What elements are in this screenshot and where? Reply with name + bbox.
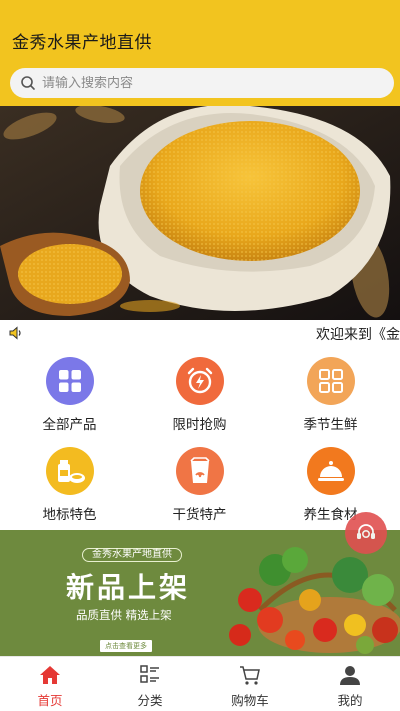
four-squares-icon	[307, 357, 355, 405]
category-flash-sale[interactable]: 限时抢购	[133, 350, 266, 438]
tab-label: 购物车	[231, 693, 269, 708]
category-label: 干货特产	[172, 507, 227, 523]
customer-service-button[interactable]	[345, 512, 387, 554]
food-cloche-icon	[307, 447, 355, 495]
ad-more-button[interactable]: 点击查看更多	[100, 640, 152, 652]
category-label: 限时抢购	[172, 417, 227, 433]
category-all-products[interactable]: 全部产品	[3, 350, 136, 438]
tab-label: 首页	[37, 693, 63, 708]
tab-home[interactable]: 首页	[0, 657, 100, 711]
new-arrivals-banner[interactable]: 金秀水果产地直供 新品上架 品质直供 精选上架 点击查看更多	[0, 530, 400, 656]
speaker-icon	[9, 326, 21, 340]
ad-headline: 新品上架	[66, 571, 191, 604]
hero-banner-image[interactable]	[0, 106, 400, 320]
user-icon	[340, 666, 360, 685]
ad-brand-tag: 金秀水果产地直供	[82, 548, 182, 562]
bottom-tab-bar: 首页 分类 购物车 我的	[0, 656, 400, 711]
tab-profile[interactable]: 我的	[300, 657, 400, 711]
page-title: 金秀水果产地直供	[12, 33, 152, 53]
search-bar[interactable]	[10, 68, 394, 98]
grid-icon	[46, 357, 94, 405]
search-input[interactable]	[42, 75, 362, 91]
header: 金秀水果产地直供	[0, 0, 400, 106]
alarm-clock-icon	[176, 357, 224, 405]
groceries-icon	[46, 447, 94, 495]
home-icon	[40, 666, 60, 684]
millet-sack-picture	[0, 106, 400, 320]
category-grid: 全部产品 限时抢购 季节生鲜 地标特色 干货特产 养生食材	[0, 350, 400, 528]
tab-label: 分类	[137, 693, 163, 708]
notice-text: 欢迎来到《金	[316, 327, 400, 343]
app-root: 金秀水果产地直供 请输入搜索内容 欢迎来到《金 全部产品 限时抢购 季节生鲜 地…	[0, 0, 400, 711]
customer-service-icon	[357, 524, 375, 539]
category-label: 地标特色	[42, 507, 97, 523]
tab-cart[interactable]: 购物车	[200, 657, 300, 711]
category-landmark-specialty[interactable]: 地标特色	[3, 440, 136, 528]
notice-bar[interactable]: 欢迎来到《金	[0, 320, 400, 346]
category-dry-goods[interactable]: 干货特产	[133, 440, 266, 528]
ad-slogan: 品质直供 精选上架	[76, 608, 172, 622]
category-seasonal-fresh[interactable]: 季节生鲜	[264, 350, 397, 438]
tab-label: 我的	[337, 693, 363, 708]
package-icon	[176, 447, 224, 495]
category-label: 全部产品	[42, 417, 97, 433]
category-list-icon	[140, 665, 159, 683]
category-label: 季节生鲜	[303, 417, 358, 433]
search-icon	[21, 76, 35, 90]
cart-icon	[240, 666, 260, 685]
tab-category[interactable]: 分类	[100, 657, 200, 711]
